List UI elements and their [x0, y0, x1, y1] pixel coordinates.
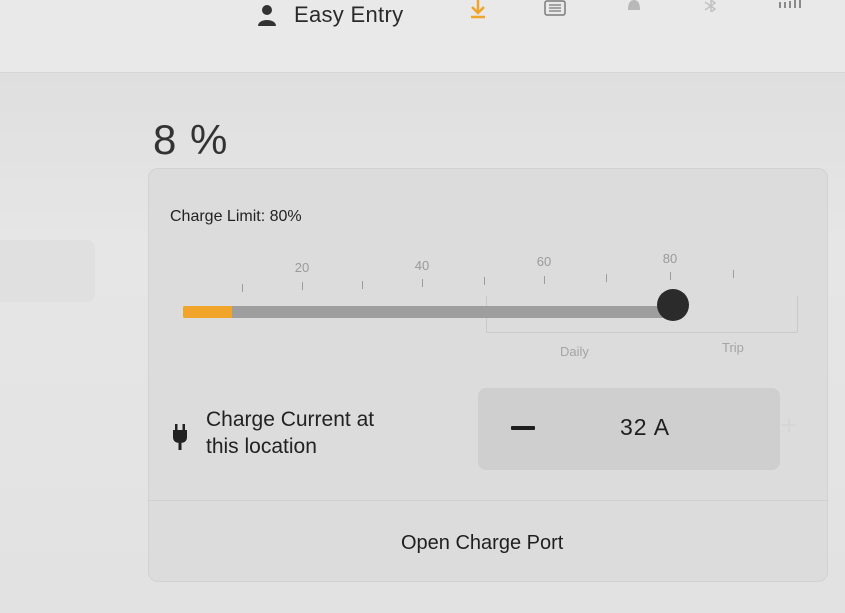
charge-current-label-line1: Charge Current at	[206, 408, 375, 431]
side-panel[interactable]	[0, 240, 95, 302]
tick-label-20: 20	[294, 260, 310, 275]
increase-current-button[interactable]: +	[774, 408, 804, 444]
driver-profile[interactable]: Easy Entry	[258, 2, 403, 28]
open-charge-port-button[interactable]: Open Charge Port	[401, 532, 563, 555]
charge-current-label: Charge Current at this location	[206, 406, 436, 460]
battery-level-fill	[183, 306, 232, 318]
decrease-current-button[interactable]	[498, 410, 548, 446]
tick-mark	[606, 274, 607, 282]
divider	[148, 500, 828, 501]
tick-mark	[242, 284, 243, 292]
bluetooth-icon[interactable]	[703, 0, 719, 12]
charge-limit-label: Charge Limit: 80%	[170, 208, 302, 225]
charge-current-value: 32 A	[620, 414, 671, 440]
download-icon[interactable]	[468, 0, 488, 20]
tick-label-60: 60	[536, 254, 552, 269]
bell-icon[interactable]	[624, 0, 644, 12]
charging-screen: Easy Entry 8 % Charge Limit: 80% 20 40 6…	[0, 0, 845, 613]
range-label-daily: Daily	[560, 344, 589, 359]
tick-mark	[484, 277, 485, 285]
signal-icon	[779, 0, 801, 8]
plug-icon	[173, 424, 187, 450]
range-label-trip: Trip	[722, 340, 744, 355]
charge-current-stepper: 32 A	[478, 388, 780, 470]
tick-label-80: 80	[662, 251, 678, 266]
battery-percent: 8 %	[153, 116, 229, 163]
list-icon[interactable]	[544, 0, 566, 16]
tick-mark	[362, 281, 363, 289]
tick-mark	[422, 279, 423, 287]
tick-mark	[670, 272, 671, 280]
charging-panel	[148, 168, 828, 582]
tick-label-40: 40	[414, 258, 430, 273]
charge-limit-handle[interactable]	[657, 289, 689, 321]
tick-mark	[544, 276, 545, 284]
minus-icon	[511, 426, 535, 430]
person-icon	[258, 5, 276, 26]
status-bar: Easy Entry	[0, 0, 845, 73]
charge-current-label-line2: this location	[206, 435, 317, 458]
tick-mark	[302, 282, 303, 290]
profile-name: Easy Entry	[294, 2, 404, 27]
tick-mark	[733, 270, 734, 278]
charge-limit-slider[interactable]	[183, 306, 673, 318]
